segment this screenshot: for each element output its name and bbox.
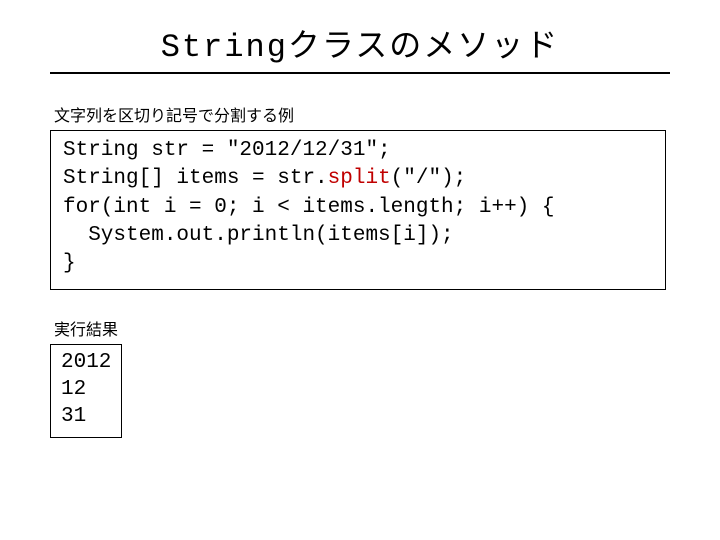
highlight-method: split: [328, 167, 391, 190]
result-line-2: 12: [61, 376, 111, 403]
code-line-4: System.out.println(items[i]);: [63, 222, 653, 250]
slide-title: Stringクラスのメソッド: [161, 29, 560, 66]
code-line-3: for(int i = 0; i < items.length; i++) {: [63, 194, 653, 222]
code-box: String str = "2012/12/31"; String[] item…: [50, 130, 666, 290]
title-area: Stringクラスのメソッド: [50, 20, 670, 74]
code-line-2: String[] items = str.split("/");: [63, 165, 653, 193]
code-fragment: ("/");: [391, 167, 467, 190]
result-box: 2012 12 31: [50, 344, 122, 438]
slide: Stringクラスのメソッド 文字列を区切り記号で分割する例 String st…: [0, 0, 720, 438]
result-section-label: 実行結果: [54, 316, 670, 340]
code-fragment: String[] items = str.: [63, 167, 328, 190]
code-section-label: 文字列を区切り記号で分割する例: [54, 102, 670, 126]
result-line-3: 31: [61, 403, 111, 430]
code-line-1: String str = "2012/12/31";: [63, 137, 653, 165]
code-line-5: }: [63, 250, 653, 278]
result-line-1: 2012: [61, 349, 111, 376]
